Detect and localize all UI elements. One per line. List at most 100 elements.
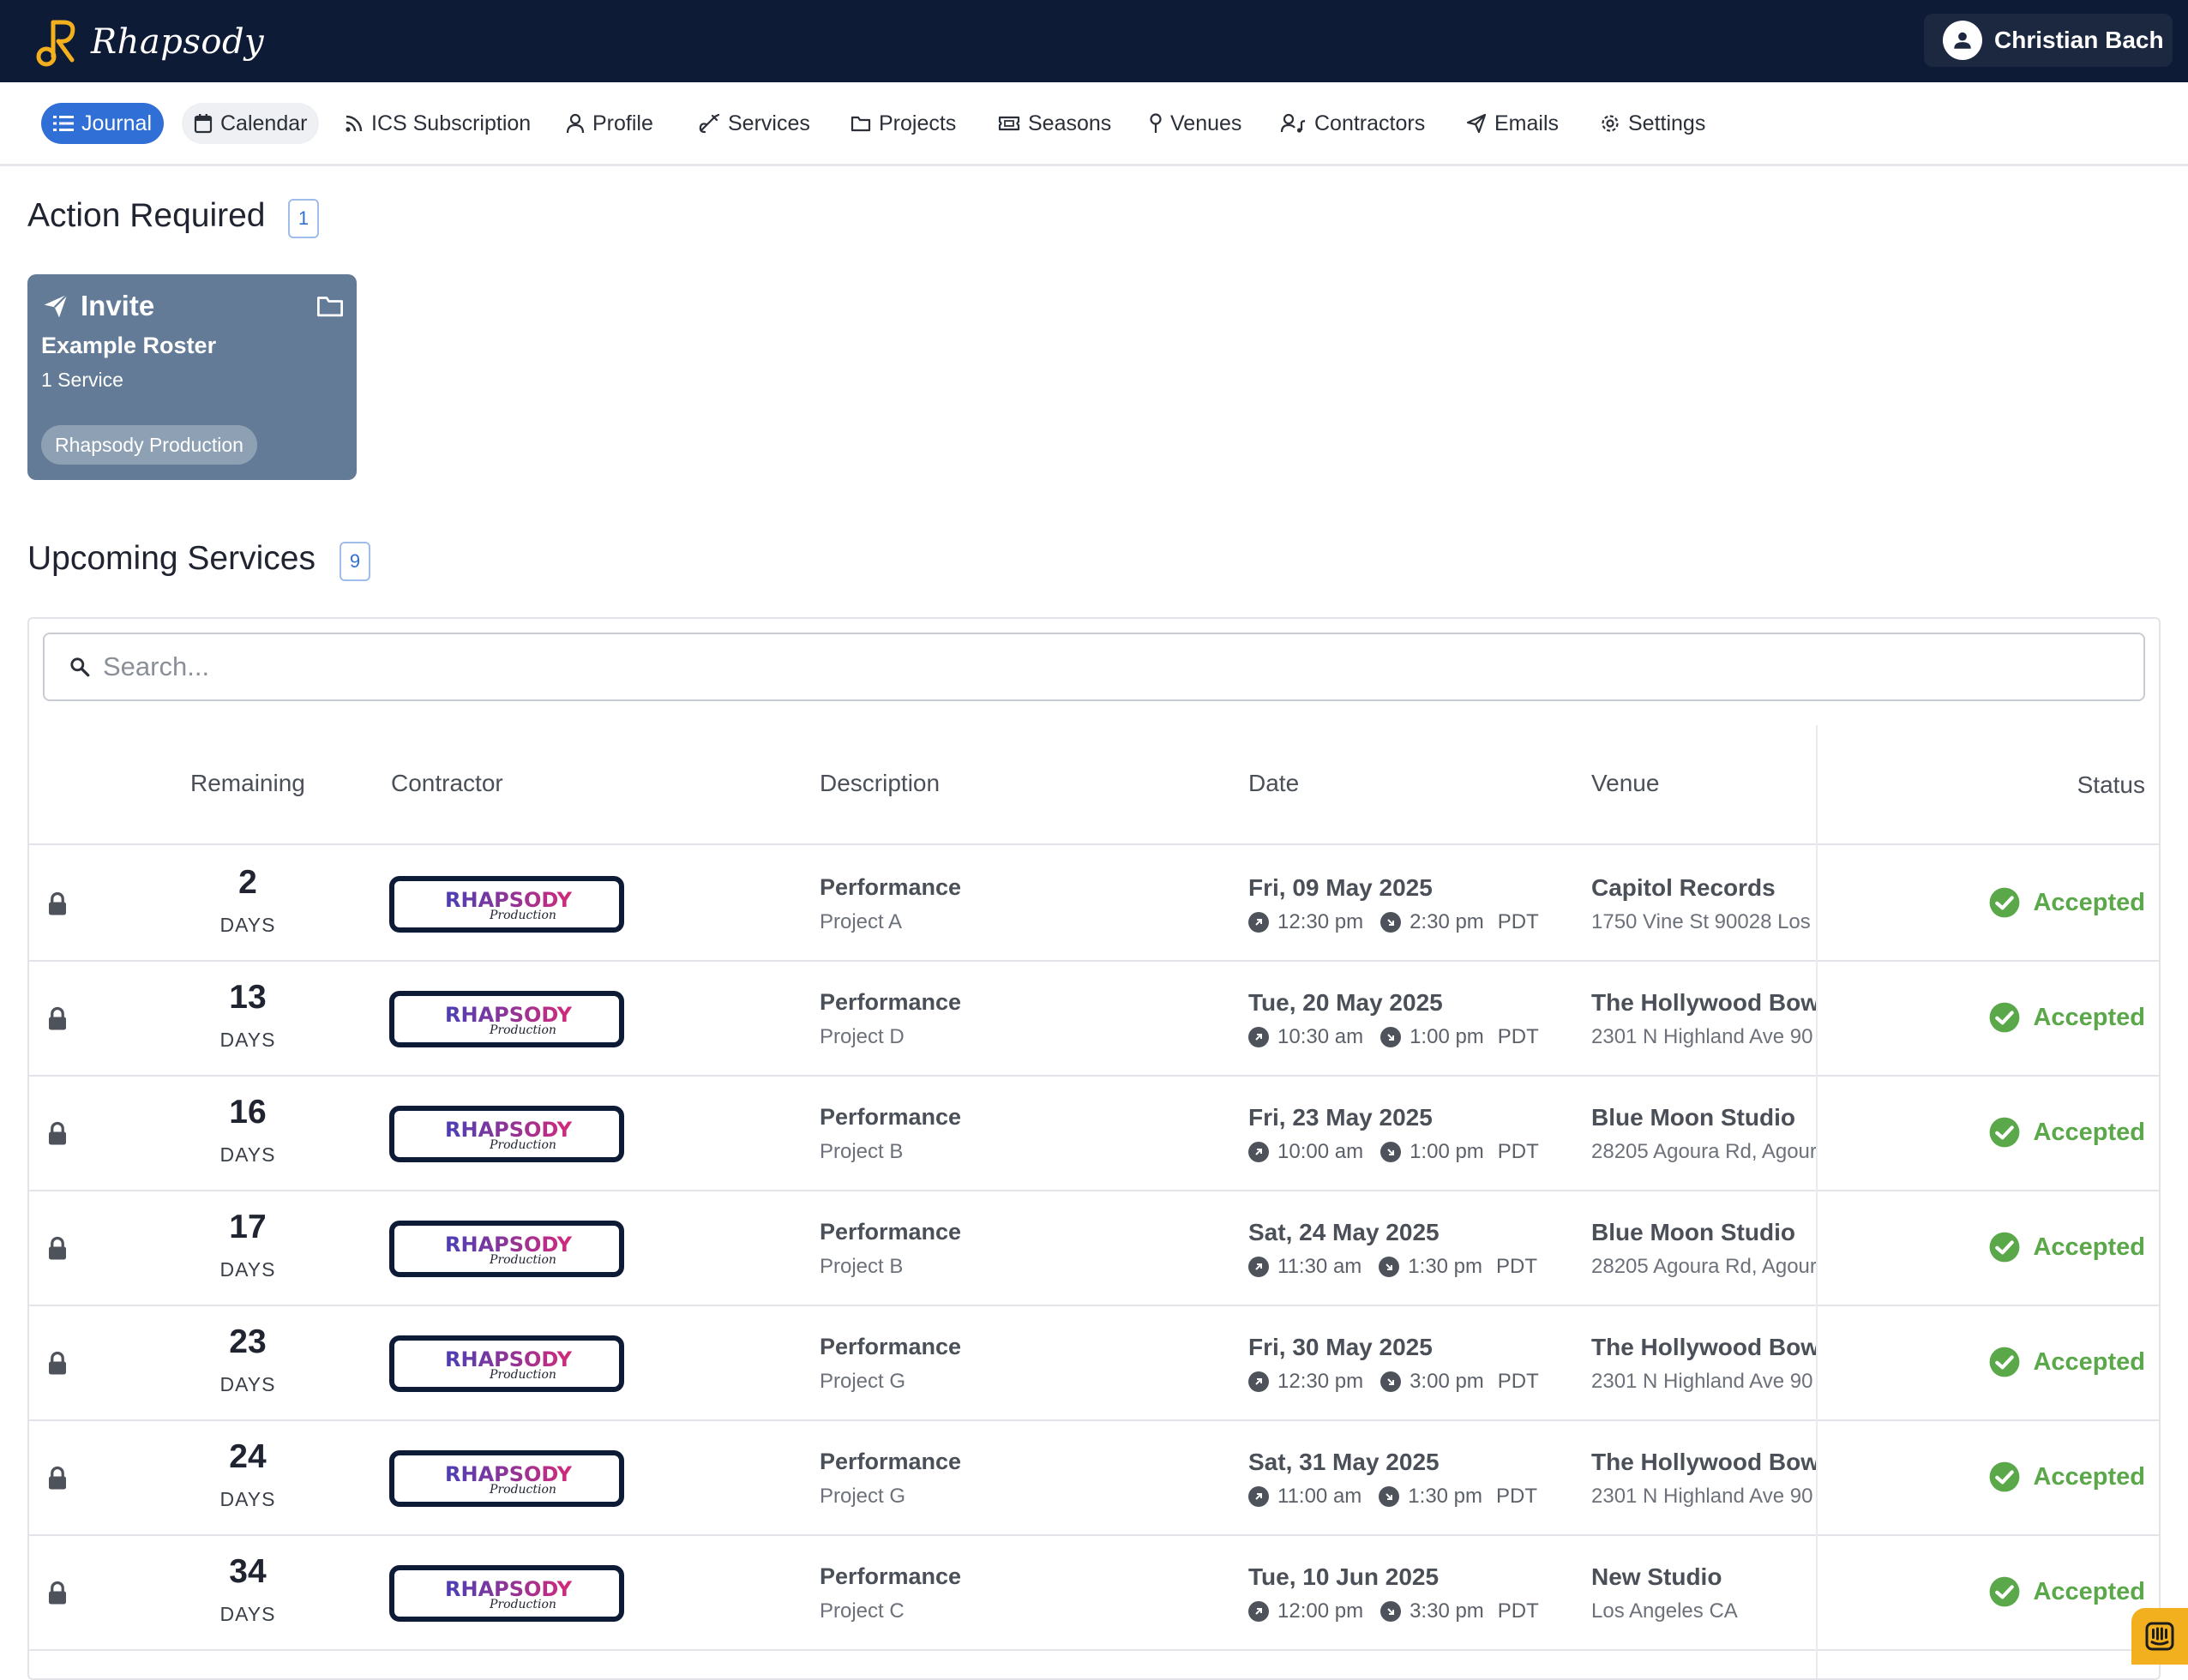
service-times: 10:00 am 1:00 pm PDT	[1248, 1140, 1539, 1164]
search-input[interactable]: Search...	[43, 633, 2145, 701]
user-menu-button[interactable]: Christian Bach	[1924, 14, 2173, 67]
service-type: Performance	[820, 1563, 962, 1589]
column-header-description[interactable]: Description	[820, 770, 940, 797]
status-badge[interactable]: Accepted	[1988, 1461, 2145, 1493]
remaining-days-unit: DAYS	[219, 1029, 276, 1051]
nav-emails[interactable]: Emails	[1454, 103, 1571, 144]
status-badge[interactable]: Accepted	[1988, 1231, 2145, 1263]
contractor-logo[interactable]: RHAPSODY Production	[389, 1221, 624, 1277]
logo-mark-icon	[36, 20, 75, 67]
column-header-venue[interactable]: Venue	[1591, 770, 1659, 797]
end-time-icon	[1379, 1257, 1400, 1277]
column-header-date[interactable]: Date	[1248, 770, 1299, 797]
project-name: Project A	[820, 910, 903, 933]
project-name: Project C	[820, 1599, 905, 1623]
invite-card[interactable]: Invite Example Roster 1 Service Rhapsody…	[27, 274, 357, 480]
rhapsody-production-logo: RHAPSODY Production	[445, 1462, 573, 1497]
column-header-contractor[interactable]: Contractor	[391, 770, 503, 797]
status-badge[interactable]: Accepted	[1988, 1575, 2145, 1608]
action-required-title: Action Required	[27, 197, 266, 234]
end-time: 1:30 pm	[1408, 1485, 1483, 1508]
table-row[interactable]: 24 DAYS RHAPSODY Production Performance …	[29, 1421, 2159, 1536]
status-badge[interactable]: Accepted	[1988, 1001, 2145, 1034]
nav-projects[interactable]: Projects	[839, 103, 968, 144]
nav-label: Services	[728, 111, 810, 135]
start-time-icon	[1248, 1142, 1269, 1162]
card-type: Invite	[41, 290, 154, 322]
contractor-logo[interactable]: RHAPSODY Production	[389, 1106, 624, 1162]
nav-seasons[interactable]: Seasons	[986, 103, 1123, 144]
nav-profile[interactable]: Profile	[554, 103, 665, 144]
nav-calendar[interactable]: Calendar	[182, 103, 320, 144]
folder-icon	[851, 116, 871, 132]
card-contractor-chip: Rhapsody Production	[41, 425, 257, 465]
venue-name: Blue Moon Studio	[1591, 1104, 1795, 1131]
column-header-status[interactable]: Status	[2077, 771, 2145, 799]
user-music-icon	[1281, 113, 1306, 133]
start-time-icon	[1248, 1027, 1269, 1047]
upcoming-services-count-badge: 9	[340, 542, 370, 581]
rhapsody-production-logo: RHAPSODY Production	[445, 1577, 573, 1611]
ticket-icon	[998, 116, 1020, 131]
venue-address: Los Angeles CA	[1591, 1599, 1738, 1623]
card-type-label: Invite	[81, 290, 155, 321]
venue-name: New Studio	[1591, 1563, 1722, 1590]
nav-label: ICS Subscription	[371, 111, 532, 135]
chat-launcher-button[interactable]	[2131, 1608, 2188, 1665]
nav-label: Journal	[81, 111, 152, 135]
project-name: Project B	[820, 1255, 904, 1278]
table-row[interactable]: 17 DAYS RHAPSODY Production Performance …	[29, 1191, 2159, 1306]
table-row[interactable]: 2 DAYS RHAPSODY Production Performance P…	[29, 847, 2159, 962]
table-row[interactable]: 23 DAYS RHAPSODY Production Performance …	[29, 1306, 2159, 1421]
project-name: Project G	[820, 1370, 906, 1393]
table-row[interactable]: 13 DAYS RHAPSODY Production Performance …	[29, 962, 2159, 1077]
status-label: Accepted	[2033, 1347, 2145, 1376]
venue-name: The Hollywood Bowl	[1591, 1334, 1816, 1360]
venue-address: 1750 Vine St 90028 Los	[1591, 910, 1811, 933]
user-avatar-icon	[1954, 32, 1971, 49]
nav-ics-subscription[interactable]: ICS Subscription	[333, 103, 543, 144]
nav-journal[interactable]: Journal	[41, 103, 164, 144]
action-required-count-badge: 1	[288, 199, 319, 238]
end-time-icon	[1380, 1371, 1402, 1392]
app-logo[interactable]: Rhapsody	[34, 15, 264, 69]
nav-contractors[interactable]: Contractors	[1269, 103, 1437, 144]
calendar-icon	[194, 114, 213, 134]
status-badge[interactable]: Accepted	[1988, 886, 2145, 919]
status-badge[interactable]: Accepted	[1988, 1116, 2145, 1149]
rhapsody-production-logo: RHAPSODY Production	[445, 1118, 573, 1152]
contractor-logo[interactable]: RHAPSODY Production	[389, 1335, 624, 1392]
contractor-logo[interactable]: RHAPSODY Production	[389, 1450, 624, 1507]
nav-settings[interactable]: Settings	[1588, 103, 1717, 144]
timezone: PDT	[1496, 1255, 1538, 1278]
logo-line-2: Production	[489, 909, 556, 922]
status-label: Accepted	[2033, 888, 2145, 916]
contractor-logo[interactable]: RHAPSODY Production	[389, 876, 624, 933]
contractor-logo[interactable]: RHAPSODY Production	[389, 991, 624, 1047]
table-row[interactable]: 16 DAYS RHAPSODY Production Performance …	[29, 1077, 2159, 1191]
nav-services[interactable]: Services	[686, 103, 822, 144]
nav-label: Seasons	[1028, 111, 1112, 135]
folder-icon[interactable]	[316, 293, 345, 319]
lock-icon	[49, 1351, 66, 1375]
remaining-days-value: 23	[229, 1323, 267, 1360]
column-header-remaining[interactable]: Remaining	[190, 770, 305, 797]
send-icon	[44, 293, 69, 318]
end-time-icon	[1380, 1027, 1402, 1047]
check-circle-icon	[1990, 1347, 2020, 1377]
service-type: Performance	[820, 874, 962, 900]
end-time: 1:00 pm	[1410, 1025, 1484, 1048]
service-date: Fri, 23 May 2025	[1248, 1104, 1433, 1131]
end-time: 1:30 pm	[1408, 1255, 1483, 1278]
lock-icon	[49, 1006, 66, 1030]
nav-venues[interactable]: Venues	[1137, 103, 1253, 144]
upcoming-services-title: Upcoming Services	[27, 540, 316, 577]
service-type: Performance	[820, 989, 962, 1015]
nav-label: Emails	[1494, 111, 1560, 135]
send-icon	[1466, 113, 1487, 134]
table-row[interactable]: 34 DAYS RHAPSODY Production Performance …	[29, 1536, 2159, 1651]
logo-line-2: Production	[489, 1253, 556, 1267]
contractor-logo[interactable]: RHAPSODY Production	[389, 1565, 624, 1622]
logo-line-2: Production	[489, 1598, 556, 1611]
status-badge[interactable]: Accepted	[1988, 1346, 2145, 1378]
